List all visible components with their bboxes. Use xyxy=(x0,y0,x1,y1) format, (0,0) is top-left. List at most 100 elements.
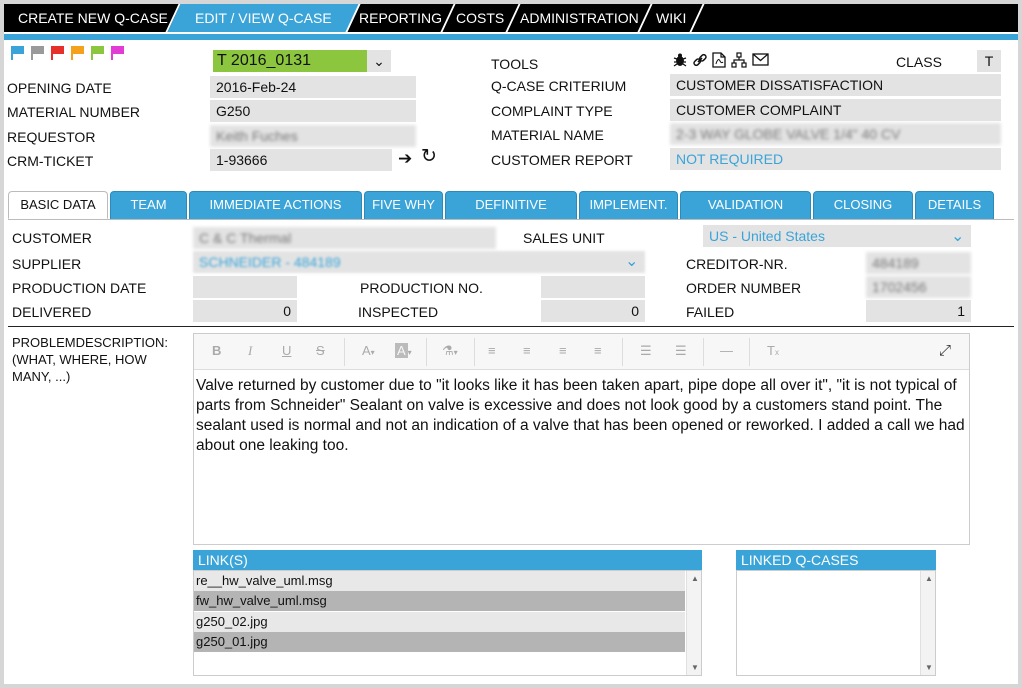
material-number-field[interactable]: G250 xyxy=(210,100,416,122)
failed-label: FAILED xyxy=(686,304,735,320)
opening-date-field[interactable]: 2016-Feb-24 xyxy=(210,76,416,98)
criterium-field[interactable]: CUSTOMER DISSATISFACTION xyxy=(670,74,1001,96)
scroll-up-icon[interactable]: ▲ xyxy=(691,574,699,583)
class-field[interactable]: T xyxy=(977,50,1001,72)
case-id-dropdown-icon[interactable]: ⌄ xyxy=(367,50,391,72)
flag-green-icon[interactable] xyxy=(91,46,105,60)
inspected-field[interactable]: 0 xyxy=(541,300,645,322)
problem-description-text[interactable]: Valve returned by customer due to "it lo… xyxy=(196,376,966,456)
toolbar-separator xyxy=(703,338,704,366)
failed-field[interactable]: 1 xyxy=(866,300,971,322)
scroll-down-icon[interactable]: ▼ xyxy=(925,663,933,672)
numbered-list-icon[interactable]: ☰ xyxy=(675,343,687,359)
link-item[interactable]: g250_02.jpg xyxy=(194,612,685,632)
text-color-icon[interactable]: A▾ xyxy=(362,343,375,358)
strikethrough-icon[interactable]: S xyxy=(316,343,325,358)
tab-implement[interactable]: IMPLEMENT. xyxy=(579,191,678,219)
opening-date-label: OPENING DATE xyxy=(7,80,112,96)
italic-icon[interactable]: I xyxy=(248,343,252,359)
sales-unit-label: SALES UNIT xyxy=(523,230,605,246)
toolbar-separator xyxy=(622,338,623,366)
link-icon[interactable]: ⚗▾ xyxy=(442,343,458,359)
customer-field[interactable]: C & C Thermal xyxy=(193,227,496,249)
problem-description-label: PROBLEMDESCRIPTION: (WHAT, WHERE, HOW MA… xyxy=(12,335,169,384)
creditor-field[interactable]: 484189 xyxy=(866,252,971,274)
link-item[interactable]: g250_01.jpg xyxy=(194,632,685,652)
bulleted-list-icon[interactable]: ☰ xyxy=(640,343,652,359)
toolbar-separator xyxy=(474,338,475,366)
sales-unit-select[interactable]: US - United States xyxy=(703,225,971,247)
nav-administration[interactable]: ADMINISTRATION xyxy=(507,4,653,32)
horizontal-rule-icon[interactable]: — xyxy=(720,343,733,358)
link-item[interactable]: re__hw_valve_uml.msg xyxy=(194,571,685,591)
supplier-select[interactable]: SCHNEIDER - 484189 xyxy=(193,251,645,273)
align-left-icon[interactable]: ≡ xyxy=(488,343,496,358)
delivered-field[interactable]: 0 xyxy=(193,300,297,322)
inspected-label: INSPECTED xyxy=(358,304,439,320)
pdf-icon[interactable] xyxy=(712,52,726,71)
class-label: CLASS xyxy=(896,54,942,70)
delivered-label: DELIVERED xyxy=(12,304,92,320)
bug-icon[interactable] xyxy=(672,52,688,71)
tab-validation[interactable]: VALIDATION xyxy=(680,191,811,219)
align-justify-icon[interactable]: ≡ xyxy=(594,343,602,358)
tab-details[interactable]: DETAILS xyxy=(915,191,994,219)
sales-unit-chevron-down-icon[interactable]: ⌄ xyxy=(951,226,964,246)
link-icon[interactable] xyxy=(692,52,708,71)
flag-orange-icon[interactable] xyxy=(71,46,85,60)
supplier-chevron-down-icon[interactable]: ⌄ xyxy=(625,251,638,271)
underline-icon[interactable]: U xyxy=(282,343,291,358)
flag-blue-icon[interactable] xyxy=(11,46,25,60)
toolbar-separator xyxy=(426,338,427,366)
supplier-label: SUPPLIER xyxy=(12,256,82,272)
production-date-label: PRODUCTION DATE xyxy=(12,280,147,296)
material-name-field[interactable]: 2-3 WAY GLOBE VALVE 1/4" 40 CV xyxy=(670,123,1001,145)
clear-format-icon[interactable]: Tx xyxy=(767,343,779,358)
link-item[interactable]: fw_hw_valve_uml.msg xyxy=(194,591,685,611)
requestor-field[interactable]: Keith Fuches xyxy=(210,125,416,147)
production-no-label: PRODUCTION NO. xyxy=(360,280,483,296)
nav-create-new-q-case[interactable]: CREATE NEW Q-CASE xyxy=(7,4,181,32)
tools-label: TOOLS xyxy=(491,56,539,72)
bold-icon[interactable]: B xyxy=(212,343,221,358)
align-center-icon[interactable]: ≡ xyxy=(523,343,531,358)
complaint-type-field[interactable]: CUSTOMER COMPLAINT xyxy=(670,99,1001,121)
arrow-right-icon[interactable]: ➔ xyxy=(398,150,412,167)
production-no-field[interactable] xyxy=(541,276,645,298)
flag-magenta-icon[interactable] xyxy=(111,46,125,60)
crm-ticket-label: CRM-TICKET xyxy=(7,153,94,169)
linked-q-cases-list: ▲ ▼ xyxy=(736,570,936,676)
tab-definitive-actions[interactable]: DEFINITIVE ACTIONS xyxy=(445,191,577,238)
tab-team[interactable]: TEAM xyxy=(110,191,187,219)
accent-strip xyxy=(4,34,1018,40)
criterium-label: Q-CASE CRITERIUM xyxy=(491,78,627,94)
sitemap-icon[interactable] xyxy=(731,52,747,71)
scroll-up-icon[interactable]: ▲ xyxy=(925,574,933,583)
refresh-icon[interactable]: ↻ xyxy=(421,147,437,166)
problem-description-editor[interactable]: B I U S A▾ A ▾ ⚗▾ ≡ ≡ ≡ ≡ ☰ ☰ — Tx ⤢ Valv… xyxy=(193,333,970,545)
creditor-label: CREDITOR-NR. xyxy=(686,256,788,272)
background-color-icon[interactable]: A ▾ xyxy=(395,343,412,358)
tab-immediate-actions[interactable]: IMMEDIATE ACTIONS xyxy=(189,191,362,219)
linked-q-cases-scrollbar[interactable]: ▲ ▼ xyxy=(920,571,935,675)
tab-closing[interactable]: CLOSING xyxy=(813,191,913,219)
nav-wiki[interactable]: WIKI xyxy=(639,4,705,32)
nav-reporting[interactable]: REPORTING xyxy=(347,4,456,32)
order-number-field[interactable]: 1702456 xyxy=(866,276,971,298)
nav-edit-view-q-case[interactable]: EDIT / VIEW Q-CASE xyxy=(167,4,361,32)
section-divider xyxy=(8,326,1014,327)
production-date-field[interactable] xyxy=(193,276,297,298)
case-id-select[interactable]: T 2016_0131 xyxy=(213,50,367,72)
customer-report-field[interactable]: NOT REQUIRED xyxy=(670,148,1001,170)
scroll-down-icon[interactable]: ▼ xyxy=(691,663,699,672)
order-number-label: ORDER NUMBER xyxy=(686,280,802,296)
links-scrollbar[interactable]: ▲ ▼ xyxy=(686,571,701,675)
crm-ticket-field[interactable]: 1-93666 xyxy=(210,149,392,171)
align-right-icon[interactable]: ≡ xyxy=(559,343,567,358)
tab-basic-data[interactable]: BASIC DATA xyxy=(8,191,108,219)
flag-red-icon[interactable] xyxy=(51,46,65,60)
envelope-icon[interactable] xyxy=(752,53,769,69)
tab-five-why[interactable]: FIVE WHY xyxy=(364,191,443,219)
flag-grey-icon[interactable] xyxy=(31,46,45,60)
fullscreen-icon[interactable]: ⤢ xyxy=(939,342,951,359)
